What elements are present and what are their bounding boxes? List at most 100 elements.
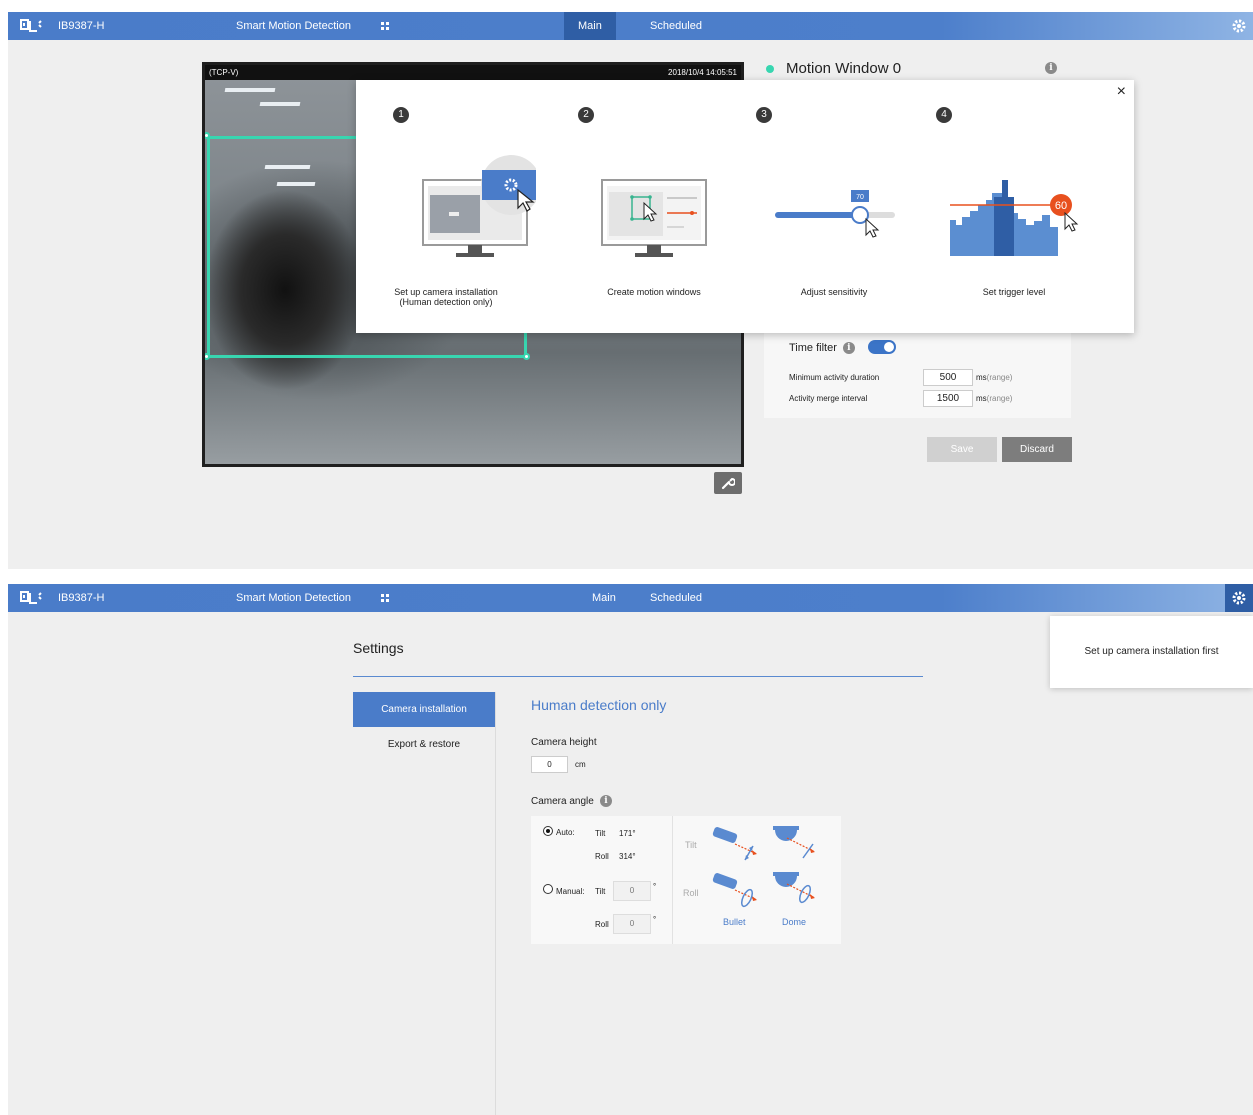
settings-gear-button[interactable] [1225,12,1253,40]
device-name: IB9387-H [58,20,105,32]
settings-gear-button[interactable] [1225,584,1253,612]
time-filter-text: Time filter [789,342,837,354]
min-activity-input[interactable] [923,369,973,386]
sensitivity-badge: 70 [856,194,864,201]
camera-angle-panel: Auto: Tilt 171° Roll 314° Manual: Tilt 0… [531,816,841,944]
diagram-roll-label: Roll [683,888,699,898]
unit-range: (range) [986,394,1013,403]
main-view-screenshot: IB9387-H Smart Motion Detection Main Sch… [8,12,1253,569]
motion-window-handle[interactable] [523,353,530,360]
merge-interval-input[interactable] [923,390,973,407]
ceiling-light [224,88,276,92]
title-divider [353,676,923,677]
step-number: 4 [936,107,952,123]
tab-main[interactable]: Main [564,12,616,40]
min-activity-label: Minimum activity duration [789,373,880,382]
wizard-step-1[interactable]: 1 Set up camera installation (Human dete… [356,80,536,333]
manual-tilt-label: Tilt [595,887,606,896]
step-number: 1 [393,107,409,123]
manual-label: Manual: [556,887,585,896]
diagram-tilt-label: Tilt [685,840,697,850]
auto-radio[interactable] [543,826,553,836]
bullet-label[interactable]: Bullet [723,917,746,927]
step-number: 2 [578,107,594,123]
trigger-level-illustration: 60 [950,180,1079,256]
gear-icon [1232,591,1246,605]
auto-roll-label: Roll [595,852,609,861]
nav-camera-installation[interactable]: Camera installation [353,692,495,727]
bullet-roll-icon [712,873,758,908]
time-filter-toggle[interactable] [868,340,896,354]
close-icon[interactable]: × [1117,83,1126,101]
unit-ms: ms [976,394,987,403]
step-number: 3 [756,107,772,123]
time-filter-panel: Time filter i Minimum activity duration … [764,330,1071,418]
motion-window-handle[interactable] [205,353,210,360]
trigger-badge: 60 [1055,200,1067,212]
manual-tilt-input[interactable]: 0 [613,881,651,901]
motion-window-handle[interactable] [205,132,210,139]
tab-scheduled[interactable]: Scheduled [636,12,716,40]
wizard-step-4[interactable]: 4 60 Set trigger level [924,80,1104,333]
save-button[interactable]: Save [927,437,997,462]
motion-window-status-dot [766,65,774,74]
setup-hint-tooltip: Set up camera installation first [1050,616,1253,688]
step-caption: Create motion windows [607,287,701,297]
bullet-tilt-icon [712,827,758,861]
app-name[interactable]: Smart Motion Detection [236,592,351,604]
min-activity-unit: ms(range) [976,373,1012,382]
camera-installation-illustration [422,155,536,257]
section-title: Human detection only [531,697,667,713]
ceiling-light [259,102,301,106]
top-navigation-bar: IB9387-H Smart Motion Detection Main Sch… [8,12,1253,40]
motion-window-title: Motion Window 0 [766,60,901,77]
step-caption: Set trigger level [982,287,1046,297]
tools-button[interactable] [714,472,742,494]
top-navigation-bar: IB9387-H Smart Motion Detection Main Sch… [8,584,1253,612]
discard-button[interactable]: Discard [1002,437,1072,462]
auto-tilt-value: 171° [619,829,636,838]
angle-panel-divider [672,816,673,944]
nav-divider [495,692,496,1115]
step-caption: Adjust sensitivity [800,287,868,297]
apps-grid-icon[interactable] [380,593,390,603]
camera-height-input[interactable] [531,756,568,773]
wrench-icon [721,477,735,490]
vivotek-logo-icon [20,19,42,32]
page-title: Settings [353,640,404,656]
tab-scheduled[interactable]: Scheduled [636,584,716,612]
video-header: (TCP-V) 2018/10/4 14:05:51 [205,65,741,80]
dome-roll-icon [773,872,816,904]
time-filter-info-icon[interactable]: i [842,342,855,354]
auto-tilt-label: Tilt [595,829,606,838]
dome-label[interactable]: Dome [782,917,806,927]
vivotek-logo-icon [20,591,42,604]
app-name[interactable]: Smart Motion Detection [236,20,351,32]
merge-interval-unit: ms(range) [976,394,1012,403]
setup-wizard-dialog: × 1 Set up camera installation (Human de… [356,80,1134,333]
nav-export-restore[interactable]: Export & restore [353,727,495,762]
sensitivity-slider-illustration: 70 [775,190,895,238]
wizard-step-2[interactable]: 2 Create motion windows [564,80,744,333]
camera-height-label: Camera height [531,737,597,748]
camera-angle-label: Camera angle [531,796,594,807]
manual-radio[interactable] [543,884,553,894]
stream-label: (TCP-V) [209,68,239,77]
degree-symbol: ° [653,915,657,924]
manual-roll-input[interactable]: 0 [613,914,651,934]
info-icon[interactable]: i [1045,62,1057,74]
settings-view-screenshot: IB9387-H Smart Motion Detection Main Sch… [8,584,1253,1115]
unit-ms: ms [976,373,987,382]
unit-range: (range) [986,373,1013,382]
apps-grid-icon[interactable] [380,21,390,31]
auto-roll-value: 314° [619,852,636,861]
time-filter-label: Time filter i [789,342,855,354]
tab-main[interactable]: Main [578,584,630,612]
camera-angle-info-icon[interactable]: i [600,795,612,807]
merge-interval-label: Activity merge interval [789,394,868,403]
device-name: IB9387-H [58,592,105,604]
wizard-step-3[interactable]: 3 70 Adjust sensitivity [744,80,924,333]
dome-tilt-icon [773,826,816,859]
auto-label: Auto: [556,828,575,837]
manual-roll-label: Roll [595,920,609,929]
